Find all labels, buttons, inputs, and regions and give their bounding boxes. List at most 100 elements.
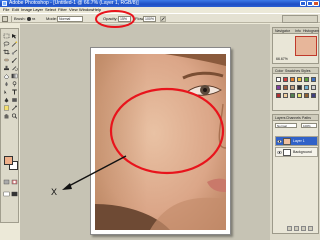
navigator-zoom-value[interactable]: 66.67%: [276, 57, 288, 62]
style-swatch[interactable]: [283, 77, 288, 82]
type-tool-icon[interactable]: [11, 89, 18, 95]
style-swatch[interactable]: [276, 85, 281, 90]
layer-row-layer-1[interactable]: Layer 1: [275, 136, 318, 146]
annotation-x-marker: X: [51, 187, 58, 197]
shape-tool-icon[interactable]: [11, 97, 18, 103]
style-swatch[interactable]: [304, 85, 309, 90]
opacity-label: Opacity:: [103, 16, 118, 21]
mode-label: Mode:: [46, 16, 58, 21]
eye-icon[interactable]: [277, 150, 282, 155]
quick-mask-mode-icon[interactable]: [11, 179, 18, 185]
lasso-tool-icon[interactable]: [3, 41, 10, 47]
tab-channels[interactable]: Channels: [286, 115, 301, 121]
brush-size[interactable]: 65: [32, 15, 35, 23]
eyedropper-tool-icon[interactable]: [11, 105, 18, 111]
navigator-tabs: Navigator Info Histogram: [273, 28, 319, 34]
crop-tool-icon[interactable]: [3, 49, 10, 55]
layer-thumbnail: [283, 138, 291, 145]
layer-name: Layer 1: [293, 139, 305, 143]
window-title: Adobe Photoshop - [Untitled-1 @ 66.7% (L…: [9, 0, 139, 6]
style-swatch[interactable]: [304, 77, 309, 82]
tab-swatches[interactable]: Swatches: [285, 68, 300, 74]
style-swatch[interactable]: [283, 93, 288, 98]
add-mask-button[interactable]: [294, 226, 299, 231]
brush-tool-icon[interactable]: [11, 57, 18, 63]
eye-icon[interactable]: [277, 139, 282, 144]
style-swatch[interactable]: [283, 85, 288, 90]
layers-button-row: [275, 226, 318, 232]
layer-thumbnail: [283, 149, 291, 156]
gradient-tool-icon[interactable]: [11, 73, 18, 79]
style-swatch[interactable]: [290, 93, 295, 98]
title-bar: Adobe Photoshop - [Untitled-1 @ 66.7% (L…: [0, 0, 320, 7]
style-swatch[interactable]: [276, 93, 281, 98]
pen-tool-icon[interactable]: [3, 97, 10, 103]
style-swatch[interactable]: [311, 85, 316, 90]
tab-info[interactable]: Info: [295, 28, 301, 34]
minimize-button[interactable]: [300, 1, 306, 6]
layer-row-background[interactable]: Background: [275, 147, 318, 157]
tab-color[interactable]: Color: [275, 68, 283, 74]
marquee-tool-icon[interactable]: [3, 33, 10, 39]
palettes-column: Navigator Info Histogram 66.67% Color Sw…: [270, 24, 320, 240]
style-swatch[interactable]: [311, 77, 316, 82]
style-swatch[interactable]: [290, 77, 295, 82]
standard-mode-icon[interactable]: [3, 179, 10, 185]
style-swatch[interactable]: [276, 77, 281, 82]
tab-histogram[interactable]: Histogram: [303, 28, 319, 34]
layers-palette: Layers Channels Paths Normal 100% Layer …: [272, 114, 319, 234]
opacity-input[interactable]: 15%: [118, 16, 131, 22]
navigator-thumbnail[interactable]: [295, 36, 317, 56]
style-swatch[interactable]: [297, 85, 302, 90]
style-swatch[interactable]: [311, 93, 316, 98]
layers-tabs: Layers Channels Paths: [273, 115, 318, 121]
close-button[interactable]: [313, 1, 319, 6]
brush-tool-preset-icon[interactable]: [2, 16, 8, 22]
tab-navigator[interactable]: Navigator: [275, 28, 290, 34]
tab-layers[interactable]: Layers: [275, 115, 286, 121]
healing-brush-tool-icon[interactable]: [3, 57, 10, 63]
style-swatch[interactable]: [297, 93, 302, 98]
slice-tool-icon[interactable]: [11, 49, 18, 55]
dodge-tool-icon[interactable]: [11, 81, 18, 87]
layer-opacity-input[interactable]: 100%: [301, 123, 317, 128]
foreground-color-swatch[interactable]: [4, 156, 13, 165]
layer-blend-mode-select[interactable]: Normal: [275, 123, 297, 128]
options-bar: Brush: 65 Mode: Normal Opacity: 15% Flow…: [0, 13, 320, 23]
move-tool-icon[interactable]: [11, 33, 18, 39]
clone-stamp-tool-icon[interactable]: [3, 65, 10, 71]
screen-mode-icon[interactable]: [3, 191, 10, 197]
zoom-tool-icon[interactable]: [11, 113, 18, 119]
add-layer-style-button[interactable]: [287, 226, 292, 231]
notes-tool-icon[interactable]: [3, 105, 10, 111]
swatches-palette: Color Swatches Styles: [272, 67, 319, 111]
style-swatch[interactable]: [290, 85, 295, 90]
mode-select[interactable]: Normal: [57, 16, 83, 22]
brush-preview-icon[interactable]: [27, 17, 31, 21]
tools-panel: [0, 28, 19, 223]
photoshop-app-icon: [2, 1, 7, 6]
swatches-tabs: Color Swatches Styles: [273, 68, 318, 74]
options-divider: [11, 16, 12, 22]
palette-well[interactable]: [282, 15, 318, 23]
delete-layer-button[interactable]: [308, 226, 313, 231]
style-swatch[interactable]: [304, 93, 309, 98]
tab-styles[interactable]: Styles: [301, 68, 311, 74]
path-selection-tool-icon[interactable]: [3, 89, 10, 95]
tab-paths[interactable]: Paths: [302, 115, 311, 121]
navigator-palette: Navigator Info Histogram 66.67%: [272, 27, 319, 64]
blur-tool-icon[interactable]: [3, 81, 10, 87]
photoshop-window: Adobe Photoshop - [Untitled-1 @ 66.7% (L…: [0, 0, 320, 240]
flow-input[interactable]: 100%: [143, 16, 156, 22]
hand-tool-icon[interactable]: [3, 113, 10, 119]
full-screen-mode-icon[interactable]: [11, 191, 18, 197]
new-layer-button[interactable]: [301, 226, 306, 231]
magic-wand-tool-icon[interactable]: [11, 41, 18, 47]
brush-label: Brush:: [14, 16, 26, 21]
airbrush-icon[interactable]: [160, 16, 166, 22]
eraser-tool-icon[interactable]: [3, 73, 10, 79]
portrait-photo[interactable]: [95, 54, 226, 230]
layer-name: Background: [293, 150, 312, 154]
history-brush-tool-icon[interactable]: [11, 65, 18, 71]
style-swatch[interactable]: [297, 77, 302, 82]
